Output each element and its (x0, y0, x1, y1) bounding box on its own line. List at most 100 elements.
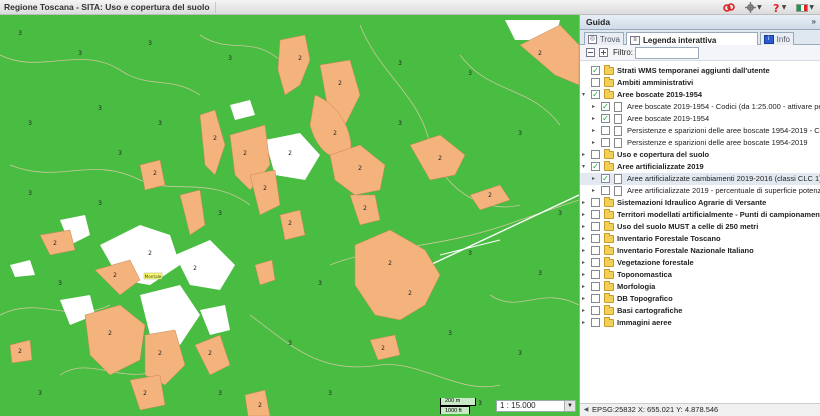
layer-checkbox[interactable] (591, 294, 600, 303)
expand-arrow-icon[interactable]: ▸ (592, 103, 598, 110)
layer-checkbox[interactable] (591, 318, 600, 327)
layer-checkbox[interactable] (591, 258, 600, 267)
collapse-all-icon[interactable] (586, 48, 595, 57)
layer-label: Morfologia (617, 282, 656, 291)
map-canvas[interactable]: 222 222 222 222 222 222 222 222 222 333 … (0, 15, 579, 416)
layer-checkbox[interactable]: ✓ (601, 102, 610, 111)
layer-checkbox[interactable] (601, 138, 610, 147)
layer-row[interactable]: ▸ ✓ Aree artificializzate cambiamenti 2019… (580, 173, 820, 185)
layer-row[interactable]: ▸ Vegetazione forestale (580, 257, 820, 269)
layer-tree: ✓ Strati WMS temporanei aggiunti dall'ute… (580, 62, 820, 403)
document-icon (614, 186, 622, 196)
layer-row[interactable]: ▸ Persistenze e sparizioni delle aree bos… (580, 125, 820, 137)
collapse-panel-button[interactable]: » (812, 17, 816, 26)
layer-row[interactable]: ▸ Uso del suolo MUST a celle di 250 metri (580, 221, 820, 233)
layer-row[interactable]: ▾ ✓ Aree boscate 2019-1954 (580, 89, 820, 101)
layer-row[interactable]: ▸ Territori modellati artificialmente - P… (580, 209, 820, 221)
tab-trova[interactable]: ◎ Trova (584, 32, 624, 45)
layer-row[interactable]: ▸ Inventario Forestale Toscano (580, 233, 820, 245)
layer-row[interactable]: ▸ Sistemazioni Idraulico Agrarie di Versa… (580, 197, 820, 209)
expand-arrow-icon[interactable]: ▸ (592, 139, 598, 146)
layer-row[interactable]: ▸ ✓ Aree boscate 2019-1954 (580, 113, 820, 125)
layer-row[interactable]: ▸ Morfologia (580, 281, 820, 293)
layer-label: Uso e copertura del suolo (617, 150, 710, 159)
links-button[interactable] (721, 2, 737, 14)
expand-arrow-icon[interactable]: ▸ (582, 211, 588, 218)
folder-icon (604, 233, 614, 243)
layer-checkbox[interactable] (591, 282, 600, 291)
tab-label: Legenda interattiva (643, 35, 717, 45)
expand-arrow-icon[interactable]: ▸ (582, 295, 588, 302)
expand-arrow-icon[interactable]: ▸ (582, 199, 588, 206)
layer-checkbox[interactable] (591, 306, 600, 315)
expand-arrow-icon[interactable]: ▸ (582, 151, 588, 158)
layer-row[interactable]: Ambiti amministrativi (580, 77, 820, 89)
chevron-down-icon: ▼ (809, 4, 814, 11)
layer-checkbox[interactable] (601, 126, 610, 135)
language-button[interactable]: ▼ (794, 2, 816, 14)
collapse-arrow-icon[interactable]: ▾ (582, 163, 588, 170)
svg-text:3: 3 (398, 60, 402, 67)
layer-checkbox[interactable]: ✓ (591, 162, 600, 171)
layer-checkbox[interactable] (591, 234, 600, 243)
tab-info[interactable]: i Info (760, 32, 794, 45)
expand-arrow-icon[interactable]: ▸ (582, 247, 588, 254)
filter-label: Filtro: (613, 48, 633, 57)
filter-input[interactable] (635, 47, 699, 59)
svg-text:3: 3 (518, 350, 522, 357)
svg-text:2: 2 (143, 390, 147, 397)
svg-text:2: 2 (153, 170, 157, 177)
layer-checkbox[interactable]: ✓ (601, 174, 610, 183)
svg-text:2: 2 (408, 290, 412, 297)
svg-text:2: 2 (258, 402, 262, 409)
layer-row[interactable]: ▸ Immagini aeree (580, 317, 820, 329)
tab-legenda-interattiva[interactable]: ≡ Legenda interattiva (626, 32, 758, 46)
svg-text:3: 3 (18, 30, 22, 37)
folder-icon (604, 293, 614, 303)
svg-text:2: 2 (358, 165, 362, 172)
expand-arrow-icon[interactable]: ▸ (582, 283, 588, 290)
layer-row[interactable]: ▸ DB Topografico (580, 293, 820, 305)
layer-checkbox[interactable] (591, 78, 600, 87)
expand-arrow-icon[interactable]: ▸ (582, 223, 588, 230)
layer-checkbox[interactable] (591, 198, 600, 207)
expand-arrow-icon[interactable]: ▸ (582, 307, 588, 314)
svg-text:3: 3 (218, 210, 222, 217)
layer-label: Inventario Forestale Nazionale Italiano (617, 246, 754, 255)
panel-header: Guida » (580, 15, 820, 30)
scroll-left-icon[interactable]: ◀ (581, 405, 591, 415)
layer-checkbox[interactable] (591, 246, 600, 255)
layer-row[interactable]: ▸ Basi cartografiche (580, 305, 820, 317)
layer-checkbox[interactable] (591, 150, 600, 159)
expand-arrow-icon[interactable]: ▸ (592, 187, 598, 194)
layer-row[interactable]: ▸ Inventario Forestale Nazionale Italiano (580, 245, 820, 257)
expand-arrow-icon[interactable]: ▸ (592, 127, 598, 134)
layer-checkbox[interactable] (591, 210, 600, 219)
layer-row[interactable]: ▸ Uso e copertura del suolo (580, 149, 820, 161)
expand-arrow-icon[interactable]: ▸ (592, 115, 598, 122)
expand-arrow-icon[interactable]: ▸ (582, 319, 588, 326)
expand-arrow-icon[interactable]: ▸ (592, 175, 598, 182)
layer-row[interactable]: ▸ ✓ Aree boscate 2019-1954 - Codici (da 1:… (580, 101, 820, 113)
layer-checkbox[interactable]: ✓ (601, 114, 610, 123)
expand-all-icon[interactable] (599, 48, 608, 57)
layer-checkbox[interactable] (591, 222, 600, 231)
layer-row[interactable]: ✓ Strati WMS temporanei aggiunti dall'ute… (580, 65, 820, 77)
scale-dropdown[interactable]: 1 : 15.000 ▼ (496, 400, 576, 412)
layer-row[interactable]: ▸ Toponomastica (580, 269, 820, 281)
chevron-down-icon[interactable]: ▼ (564, 401, 575, 411)
collapse-arrow-icon[interactable]: ▾ (582, 91, 588, 98)
expand-arrow-icon[interactable]: ▸ (582, 235, 588, 242)
layer-row[interactable]: ▸ Aree artificializzate 2019 - percentual… (580, 185, 820, 197)
layer-label: Ambiti amministrativi (617, 78, 694, 87)
expand-arrow-icon[interactable]: ▸ (582, 259, 588, 266)
layer-checkbox[interactable] (591, 270, 600, 279)
settings-button[interactable]: ▼ (743, 2, 764, 14)
help-button[interactable]: ? ▼ (770, 2, 789, 14)
layer-row[interactable]: ▾ ✓ Aree artificializzate 2019 (580, 161, 820, 173)
expand-arrow-icon[interactable]: ▸ (582, 271, 588, 278)
layer-checkbox[interactable]: ✓ (591, 90, 600, 99)
layer-checkbox[interactable] (601, 186, 610, 195)
layer-checkbox[interactable]: ✓ (591, 66, 600, 75)
layer-row[interactable]: ▸ Persistenze e sparizioni delle aree bos… (580, 137, 820, 149)
